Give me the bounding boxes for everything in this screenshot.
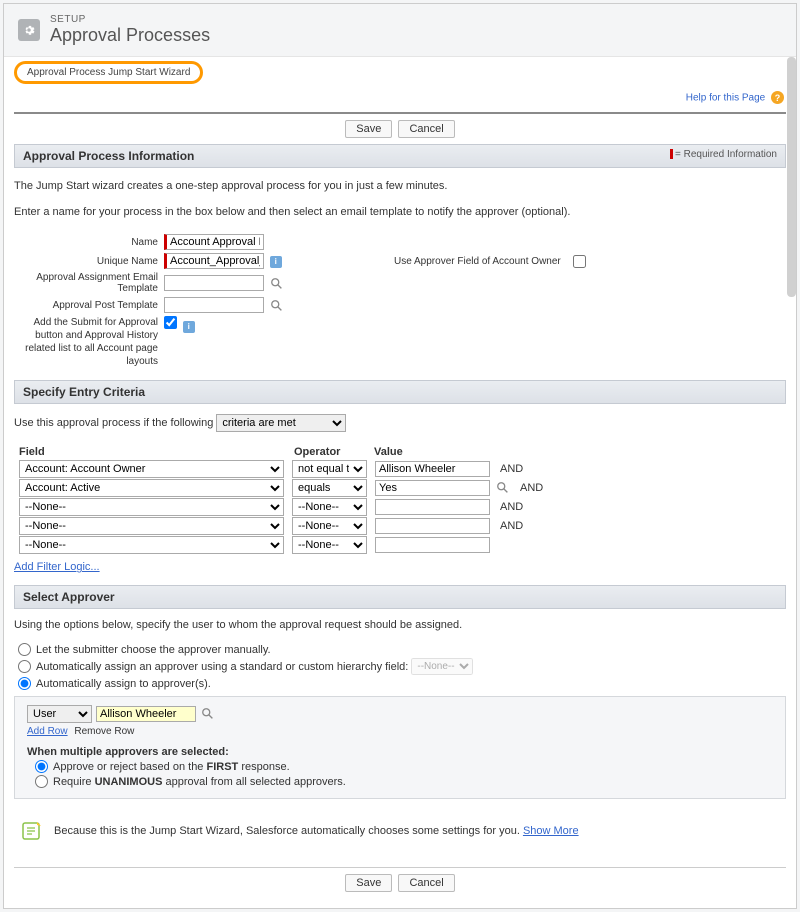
lookup-icon[interactable] bbox=[201, 707, 215, 721]
cancel-button[interactable]: Cancel bbox=[398, 874, 454, 892]
lookup-icon[interactable] bbox=[496, 481, 510, 495]
info-description: The Jump Start wizard creates a one-step… bbox=[14, 168, 786, 231]
and-label: AND bbox=[520, 482, 543, 494]
label-email-template: Approval Assignment Email Template bbox=[14, 272, 164, 294]
button-bar-bottom: Save Cancel bbox=[14, 874, 786, 892]
approver-subbox: User Add Row Remove Row When multiple ap… bbox=[14, 696, 786, 799]
section-title: Specify Entry Criteria bbox=[23, 385, 145, 399]
wizard-note: Because this is the Jump Start Wizard, S… bbox=[14, 799, 786, 863]
button-bar-top: Save Cancel bbox=[14, 120, 786, 138]
cancel-button[interactable]: Cancel bbox=[398, 120, 454, 138]
lookup-icon[interactable] bbox=[270, 277, 284, 291]
value-input[interactable] bbox=[375, 461, 490, 477]
name-input[interactable] bbox=[164, 234, 264, 250]
save-button[interactable]: Save bbox=[345, 120, 392, 138]
radio-unanimous[interactable] bbox=[35, 775, 48, 788]
approver-name-input[interactable] bbox=[96, 706, 196, 722]
setup-header: SETUP Approval Processes bbox=[4, 4, 796, 57]
section-title: Approval Process Information bbox=[23, 149, 194, 163]
setup-label: SETUP bbox=[50, 14, 210, 25]
value-input[interactable] bbox=[375, 518, 490, 534]
operator-select[interactable]: not equal to bbox=[292, 460, 367, 478]
add-row-link[interactable]: Add Row bbox=[27, 726, 68, 737]
field-select[interactable]: --None-- bbox=[19, 498, 284, 516]
field-select[interactable]: --None-- bbox=[19, 536, 284, 554]
operator-select[interactable]: equals bbox=[292, 479, 367, 497]
value-input[interactable] bbox=[375, 499, 490, 515]
col-operator: Operator bbox=[294, 446, 374, 458]
field-select[interactable]: --None-- bbox=[19, 517, 284, 535]
label-name: Name bbox=[14, 237, 164, 248]
note-icon bbox=[20, 819, 44, 843]
remove-row-text: Remove Row bbox=[74, 726, 134, 737]
help-link-text: Help for this Page bbox=[686, 93, 766, 104]
unique-name-input[interactable] bbox=[164, 253, 264, 269]
radio-hierarchy[interactable] bbox=[18, 660, 31, 673]
approver-description: Using the options below, specify the use… bbox=[14, 609, 786, 641]
first-response-label: Approve or reject based on the FIRST res… bbox=[53, 761, 290, 773]
and-label: AND bbox=[500, 520, 523, 532]
opt-hierarchy-label: Automatically assign an approver using a… bbox=[36, 661, 408, 673]
required-info: = Required Information bbox=[670, 149, 777, 160]
note-text: Because this is the Jump Start Wizard, S… bbox=[54, 825, 523, 837]
section-title: Select Approver bbox=[23, 590, 115, 604]
opt-auto-label: Automatically assign to approver(s). bbox=[36, 678, 211, 690]
scrollbar[interactable] bbox=[787, 57, 796, 297]
approver-type-select[interactable]: User bbox=[27, 705, 92, 723]
operator-select[interactable]: --None-- bbox=[292, 536, 367, 554]
criteria-intro: Use this approval process if the followi… bbox=[14, 404, 786, 438]
field-select[interactable]: Account: Account Owner bbox=[19, 460, 284, 478]
page-title: Approval Processes bbox=[50, 25, 210, 46]
criteria-row: Account: Active equals AND bbox=[14, 479, 786, 497]
add-filter-logic-link[interactable]: Add Filter Logic... bbox=[14, 561, 100, 573]
and-label: AND bbox=[500, 463, 523, 475]
info-icon[interactable]: i bbox=[183, 321, 195, 333]
hierarchy-select: --None-- bbox=[411, 658, 473, 675]
save-button[interactable]: Save bbox=[345, 874, 392, 892]
gear-icon bbox=[18, 19, 40, 41]
criteria-row: Account: Account Owner not equal to AND bbox=[14, 460, 786, 478]
operator-select[interactable]: --None-- bbox=[292, 498, 367, 516]
operator-select[interactable]: --None-- bbox=[292, 517, 367, 535]
help-link[interactable]: Help for this Page ? bbox=[686, 91, 784, 104]
value-input[interactable] bbox=[375, 537, 490, 553]
criteria-row: --None-- --None-- AND bbox=[14, 517, 786, 535]
col-value: Value bbox=[374, 446, 494, 458]
section-entry-criteria: Specify Entry Criteria bbox=[14, 380, 786, 404]
label-post-template: Approval Post Template bbox=[14, 300, 164, 311]
unanimous-label: Require UNANIMOUS approval from all sele… bbox=[53, 776, 346, 788]
multiple-approvers-header: When multiple approvers are selected: bbox=[27, 746, 773, 758]
label-unique: Unique Name bbox=[14, 256, 164, 267]
lookup-icon[interactable] bbox=[270, 299, 284, 313]
info-icon[interactable]: i bbox=[270, 256, 282, 268]
add-submit-checkbox[interactable] bbox=[164, 316, 177, 329]
criteria-row: --None-- --None-- bbox=[14, 536, 786, 554]
criteria-row: --None-- --None-- AND bbox=[14, 498, 786, 516]
show-more-link[interactable]: Show More bbox=[523, 825, 579, 837]
criteria-table: Field Operator Value Account: Account Ow… bbox=[14, 446, 786, 554]
and-label: AND bbox=[500, 501, 523, 513]
post-template-input[interactable] bbox=[164, 297, 264, 313]
use-approver-checkbox[interactable] bbox=[573, 255, 586, 268]
criteria-type-select[interactable]: criteria are met bbox=[216, 414, 346, 432]
radio-auto[interactable] bbox=[18, 677, 31, 690]
col-field: Field bbox=[19, 446, 294, 458]
section-select-approver: Select Approver bbox=[14, 585, 786, 609]
value-input[interactable] bbox=[375, 480, 490, 496]
help-icon: ? bbox=[771, 91, 784, 104]
email-template-input[interactable] bbox=[164, 275, 264, 291]
field-select[interactable]: Account: Active bbox=[19, 479, 284, 497]
radio-first-response[interactable] bbox=[35, 760, 48, 773]
section-approval-info: Approval Process Information = Required … bbox=[14, 144, 786, 168]
wizard-title-pill: Approval Process Jump Start Wizard bbox=[14, 61, 203, 84]
radio-manual[interactable] bbox=[18, 643, 31, 656]
opt-manual-label: Let the submitter choose the approver ma… bbox=[36, 644, 271, 656]
label-add-submit: Add the Submit for Approval button and A… bbox=[14, 316, 164, 368]
use-approver-field: Use Approver Field of Account Owner bbox=[394, 255, 586, 268]
